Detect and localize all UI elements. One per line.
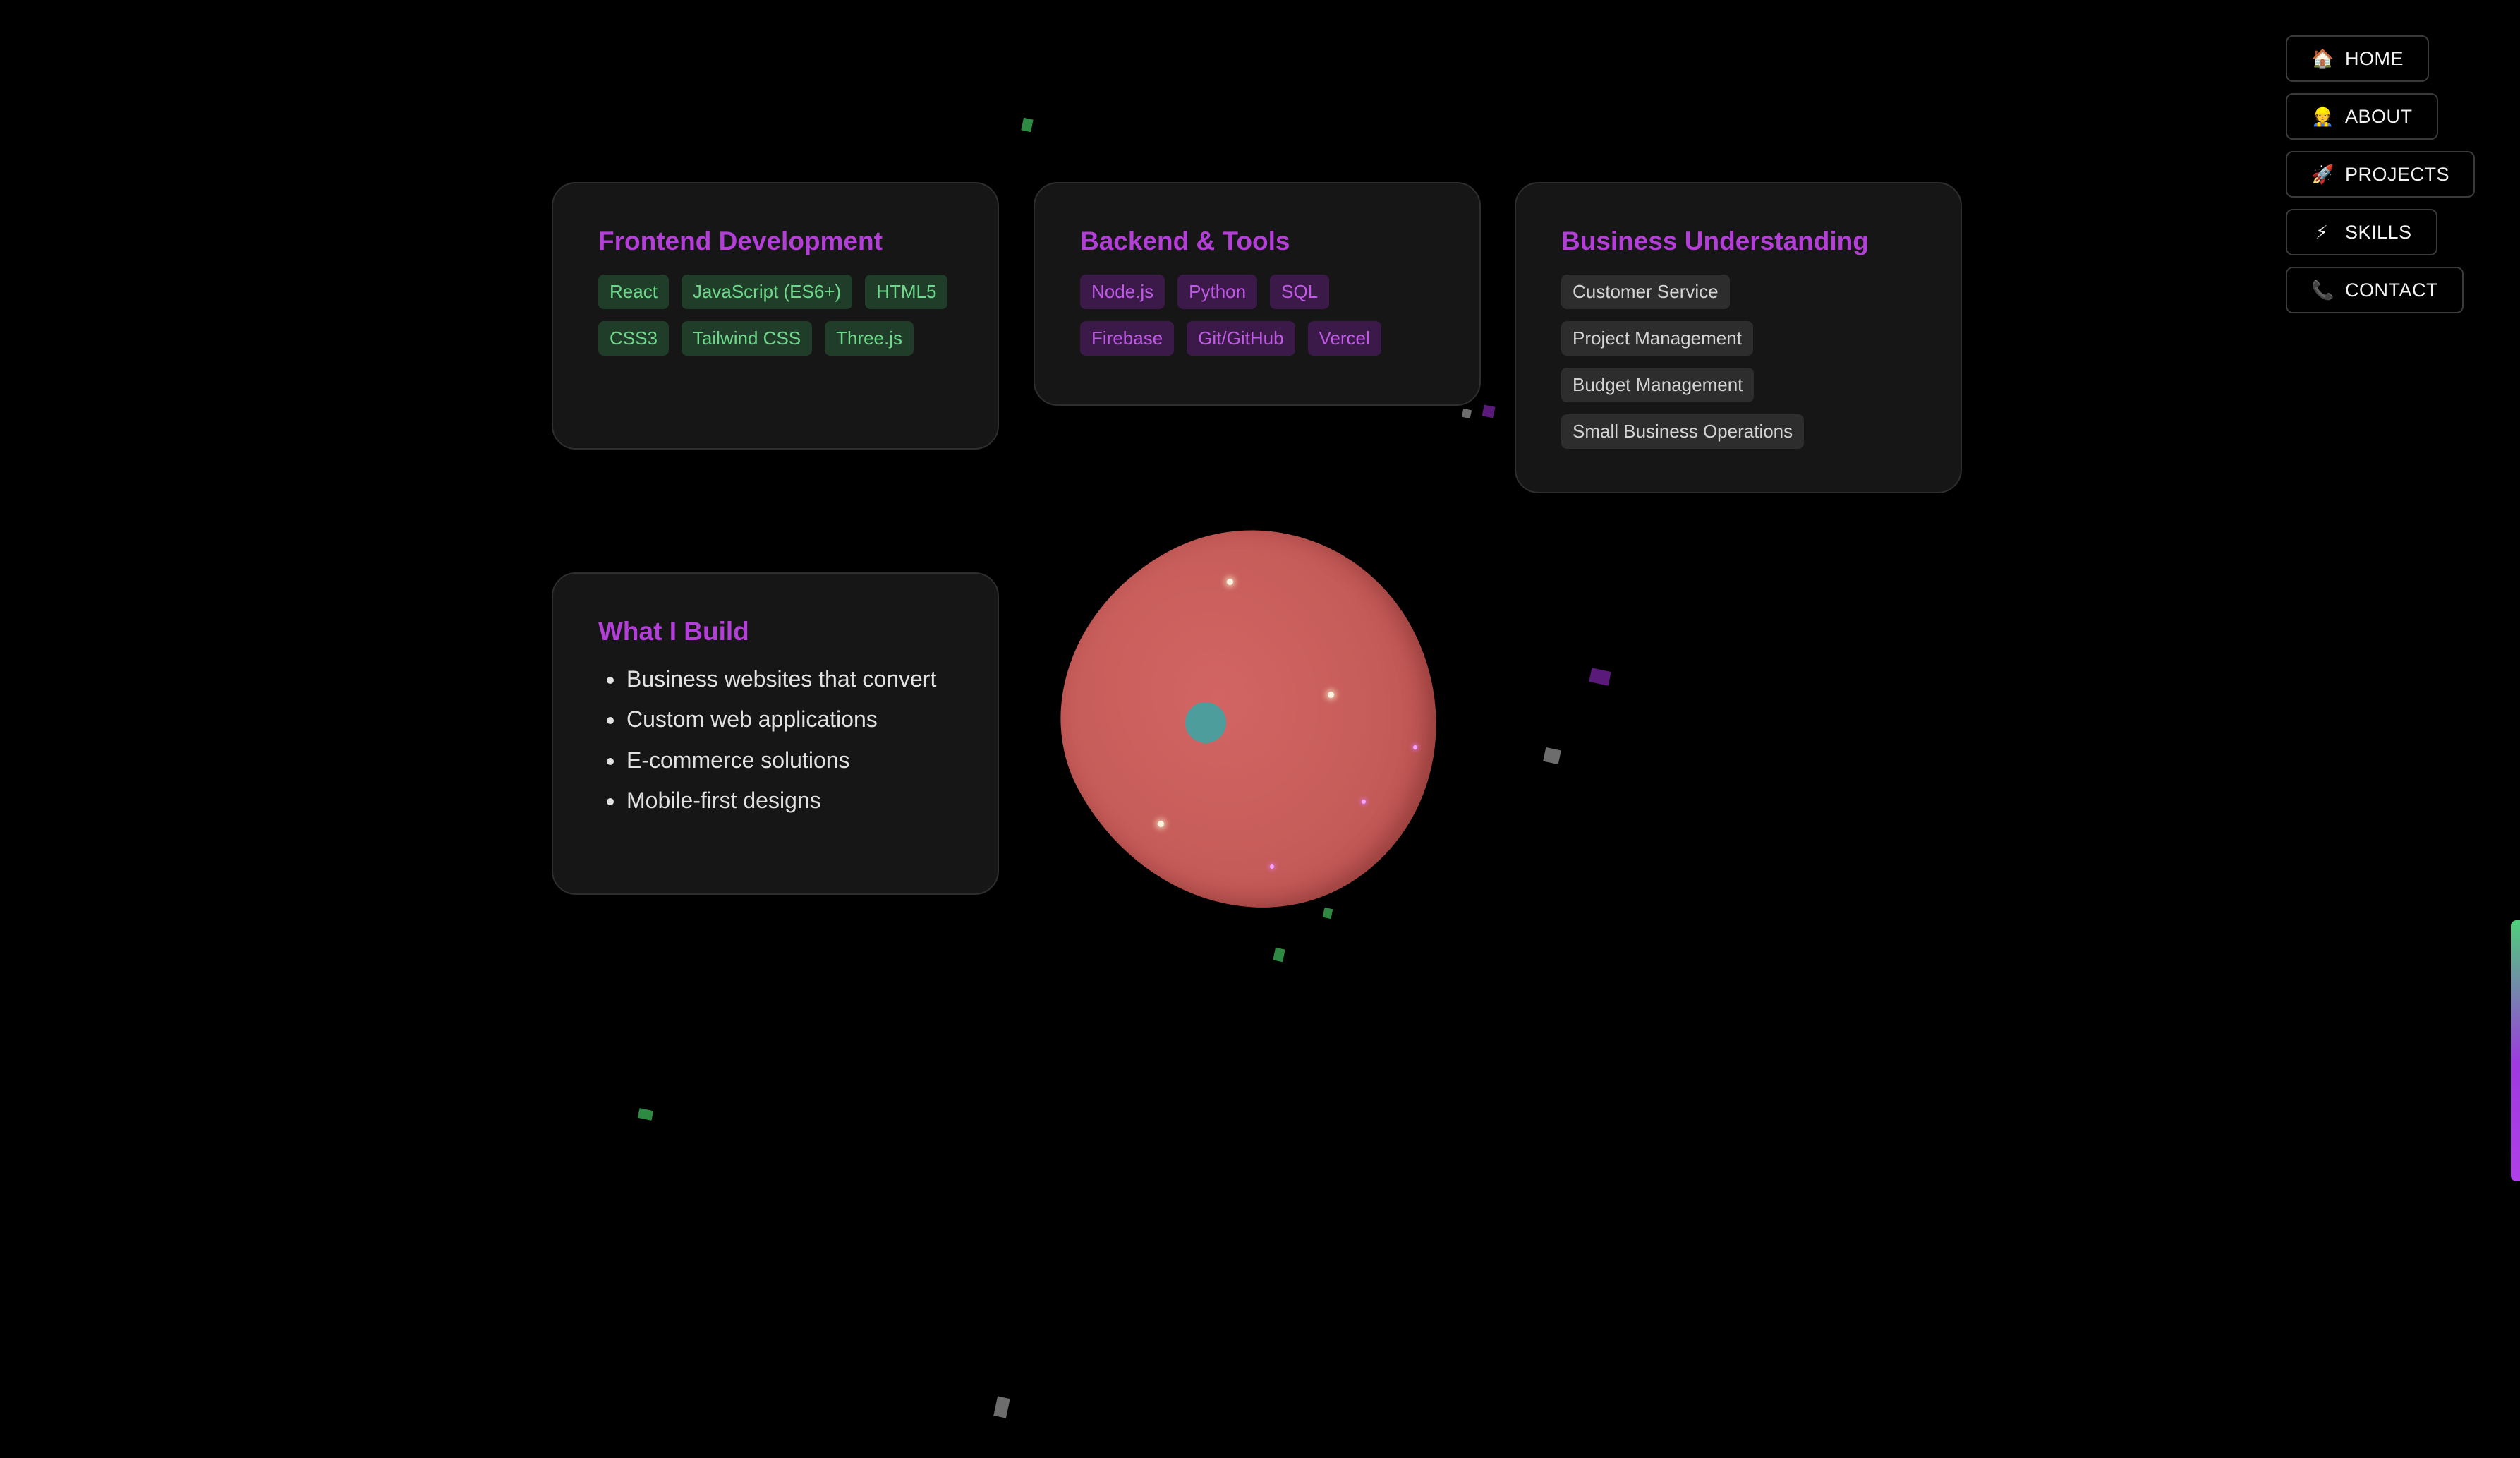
skill-tag: Small Business Operations <box>1561 414 1805 450</box>
card-title: Frontend Development <box>598 227 883 255</box>
card-title: Business Understanding <box>1561 227 1869 255</box>
person-icon: 👷 <box>2311 105 2334 127</box>
floating-particle <box>1589 668 1611 686</box>
floating-particle <box>1322 907 1333 920</box>
skill-tag: Firebase <box>1080 320 1175 356</box>
nav-home-label: HOME <box>2345 47 2404 69</box>
tag-list: Customer Service Project Management Budg… <box>1561 274 1915 450</box>
skill-tag: Budget Management <box>1561 368 1755 403</box>
floating-particle <box>1021 117 1034 133</box>
skill-tag: HTML5 <box>865 274 948 309</box>
tag-list: React JavaScript (ES6+) HTML5 CSS3 Tailw… <box>598 274 952 356</box>
list-item: E-commerce solutions <box>625 746 952 776</box>
floating-particle <box>993 1396 1010 1418</box>
floating-particle <box>1273 947 1285 963</box>
main-nav: 🏠 HOME 👷 ABOUT 🚀 PROJECTS ⚡ SKILLS 📞 CON… <box>2286 35 2476 313</box>
skill-tag: Vercel <box>1307 320 1381 356</box>
skill-tag: CSS3 <box>598 320 669 356</box>
skill-tag: Git/GitHub <box>1187 320 1295 356</box>
skill-tag: Node.js <box>1080 274 1165 309</box>
nav-contact-button[interactable]: 📞 CONTACT <box>2286 267 2464 313</box>
skill-tag: Python <box>1177 274 1258 309</box>
phone-icon: 📞 <box>2311 279 2334 301</box>
3d-blob <box>999 467 1505 975</box>
skill-tag: Three.js <box>825 320 914 356</box>
nav-skills-button[interactable]: ⚡ SKILLS <box>2286 209 2437 255</box>
list-item: Mobile-first designs <box>625 786 952 816</box>
list-item: Custom web applications <box>625 705 952 735</box>
sparkle <box>1413 745 1417 749</box>
skill-tag: Tailwind CSS <box>681 320 813 356</box>
sparkle <box>1158 821 1164 827</box>
skill-tag: Customer Service <box>1561 274 1730 309</box>
blob-orbit-dot <box>1185 702 1226 743</box>
sparkle <box>1362 800 1366 804</box>
skill-tag: JavaScript (ES6+) <box>681 274 853 309</box>
skill-card-frontend: Frontend Development React JavaScript (E… <box>552 182 999 450</box>
list-item: Business websites that convert <box>625 665 952 694</box>
skill-card-business: Business Understanding Customer Service … <box>1515 182 1962 493</box>
floating-particle <box>1482 404 1496 418</box>
nav-projects-label: PROJECTS <box>2345 163 2450 185</box>
sparkle <box>1328 692 1334 698</box>
nav-about-button[interactable]: 👷 ABOUT <box>2286 93 2438 140</box>
nav-skills-label: SKILLS <box>2345 221 2412 243</box>
home-icon: 🏠 <box>2311 47 2334 69</box>
nav-contact-label: CONTACT <box>2345 279 2438 301</box>
nav-projects-button[interactable]: 🚀 PROJECTS <box>2286 151 2476 198</box>
floating-particle <box>1543 747 1561 765</box>
floating-particle <box>1461 408 1472 419</box>
floating-particle <box>637 1108 654 1121</box>
sparkle <box>1270 864 1274 869</box>
build-list: Business websites that convert Custom we… <box>598 665 952 816</box>
card-title: What I Build <box>598 617 749 646</box>
card-title: Backend & Tools <box>1080 227 1290 255</box>
what-i-build-card: What I Build Business websites that conv… <box>552 572 999 895</box>
sparkle <box>1227 579 1233 585</box>
skill-tag: React <box>598 274 669 309</box>
lightning-icon: ⚡ <box>2315 221 2329 243</box>
rocket-icon: 🚀 <box>2311 163 2334 185</box>
tag-list: Node.js Python SQL Firebase Git/GitHub V… <box>1080 274 1434 356</box>
scroll-progress-bar[interactable] <box>2511 920 2520 1181</box>
nav-home-button[interactable]: 🏠 HOME <box>2286 35 2429 82</box>
skill-tag: SQL <box>1270 274 1330 309</box>
skill-tag: Project Management <box>1561 320 1753 356</box>
nav-about-label: ABOUT <box>2345 105 2413 127</box>
skill-card-backend: Backend & Tools Node.js Python SQL Fireb… <box>1034 182 1481 406</box>
